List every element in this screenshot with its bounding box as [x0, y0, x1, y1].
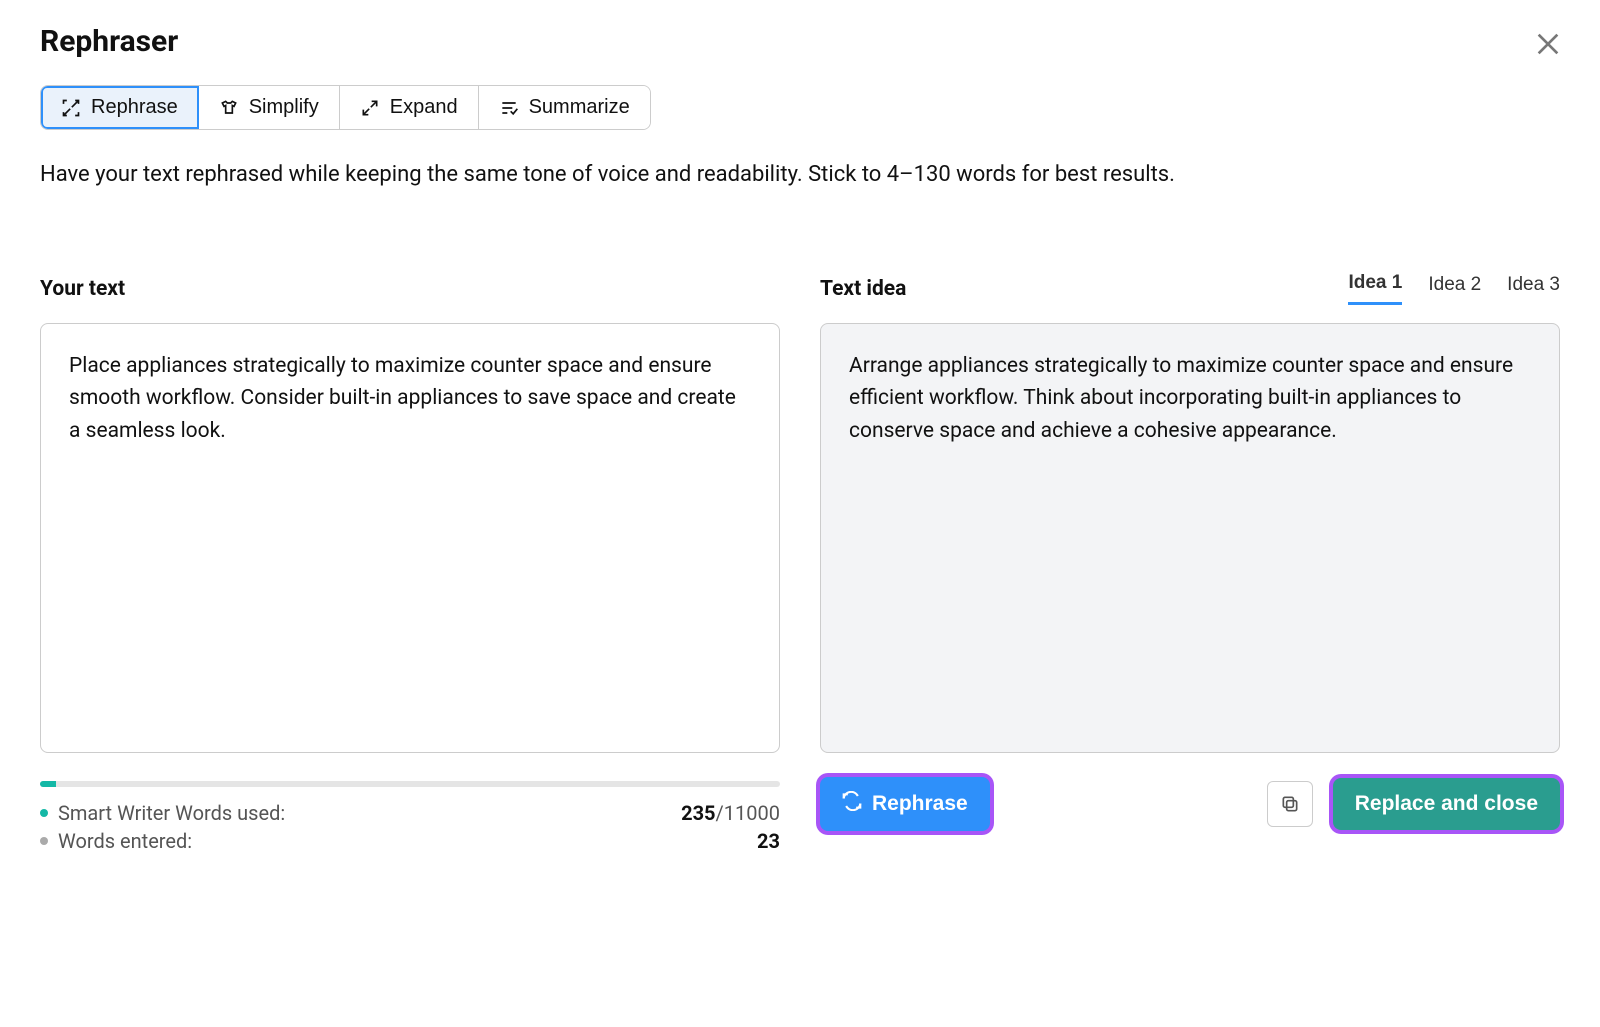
usage-stats: Smart Writer Words used: 235/11000 Words… [40, 781, 780, 853]
tshirt-icon [219, 98, 239, 118]
close-icon [1532, 28, 1564, 60]
rephrase-icon [61, 98, 81, 118]
dot-icon [40, 809, 48, 817]
button-label: Rephrase [872, 792, 968, 816]
summarize-icon [499, 98, 519, 118]
tab-label: Summarize [529, 96, 630, 119]
idea-tab-3[interactable]: Idea 3 [1507, 272, 1560, 305]
replace-and-close-button[interactable]: Replace and close [1333, 778, 1560, 830]
expand-icon [360, 98, 380, 118]
tab-label: Rephrase [91, 96, 178, 119]
idea-tab-1[interactable]: Idea 1 [1348, 272, 1402, 305]
text-idea-column: Text idea Idea 1 Idea 2 Idea 3 Arrange a… [820, 271, 1560, 857]
close-button[interactable] [1532, 28, 1564, 64]
stat-words-used: Smart Writer Words used: 235/11000 [40, 801, 780, 825]
rephrase-button[interactable]: Rephrase [820, 777, 990, 831]
your-text-column: Your text Smart Writer Words used: 235/1… [40, 271, 780, 857]
your-text-input[interactable] [40, 323, 780, 753]
mode-tab-group: Rephrase Simplify Expand Summarize [40, 85, 651, 130]
dot-icon [40, 837, 48, 845]
words-used-value: 235 [681, 801, 715, 825]
idea-tabs: Idea 1 Idea 2 Idea 3 [1348, 272, 1560, 305]
tab-label: Expand [390, 96, 458, 119]
your-text-label: Your text [40, 277, 125, 301]
idea-tab-2[interactable]: Idea 2 [1428, 272, 1481, 305]
copy-icon [1280, 794, 1300, 814]
text-idea-output: Arrange appliances strategically to maxi… [820, 323, 1560, 753]
usage-progress-bar [40, 781, 780, 787]
stat-label: Words entered: [58, 829, 192, 853]
words-limit-value: /11000 [716, 801, 780, 825]
tab-expand[interactable]: Expand [340, 86, 479, 129]
tab-simplify[interactable]: Simplify [199, 86, 340, 129]
copy-button[interactable] [1267, 781, 1313, 827]
mode-description: Have your text rephrased while keeping t… [40, 160, 1560, 191]
tab-rephrase[interactable]: Rephrase [41, 86, 199, 129]
button-label: Replace and close [1355, 792, 1538, 816]
page-title: Rephraser [40, 24, 1560, 59]
text-idea-label: Text idea [820, 277, 906, 301]
stat-words-entered: Words entered: 23 [40, 829, 780, 853]
stat-label: Smart Writer Words used: [58, 801, 285, 825]
words-entered-value: 23 [757, 829, 780, 853]
rephrase-icon [842, 791, 862, 817]
usage-progress-fill [40, 781, 56, 787]
tab-label: Simplify [249, 96, 319, 119]
tab-summarize[interactable]: Summarize [479, 86, 650, 129]
